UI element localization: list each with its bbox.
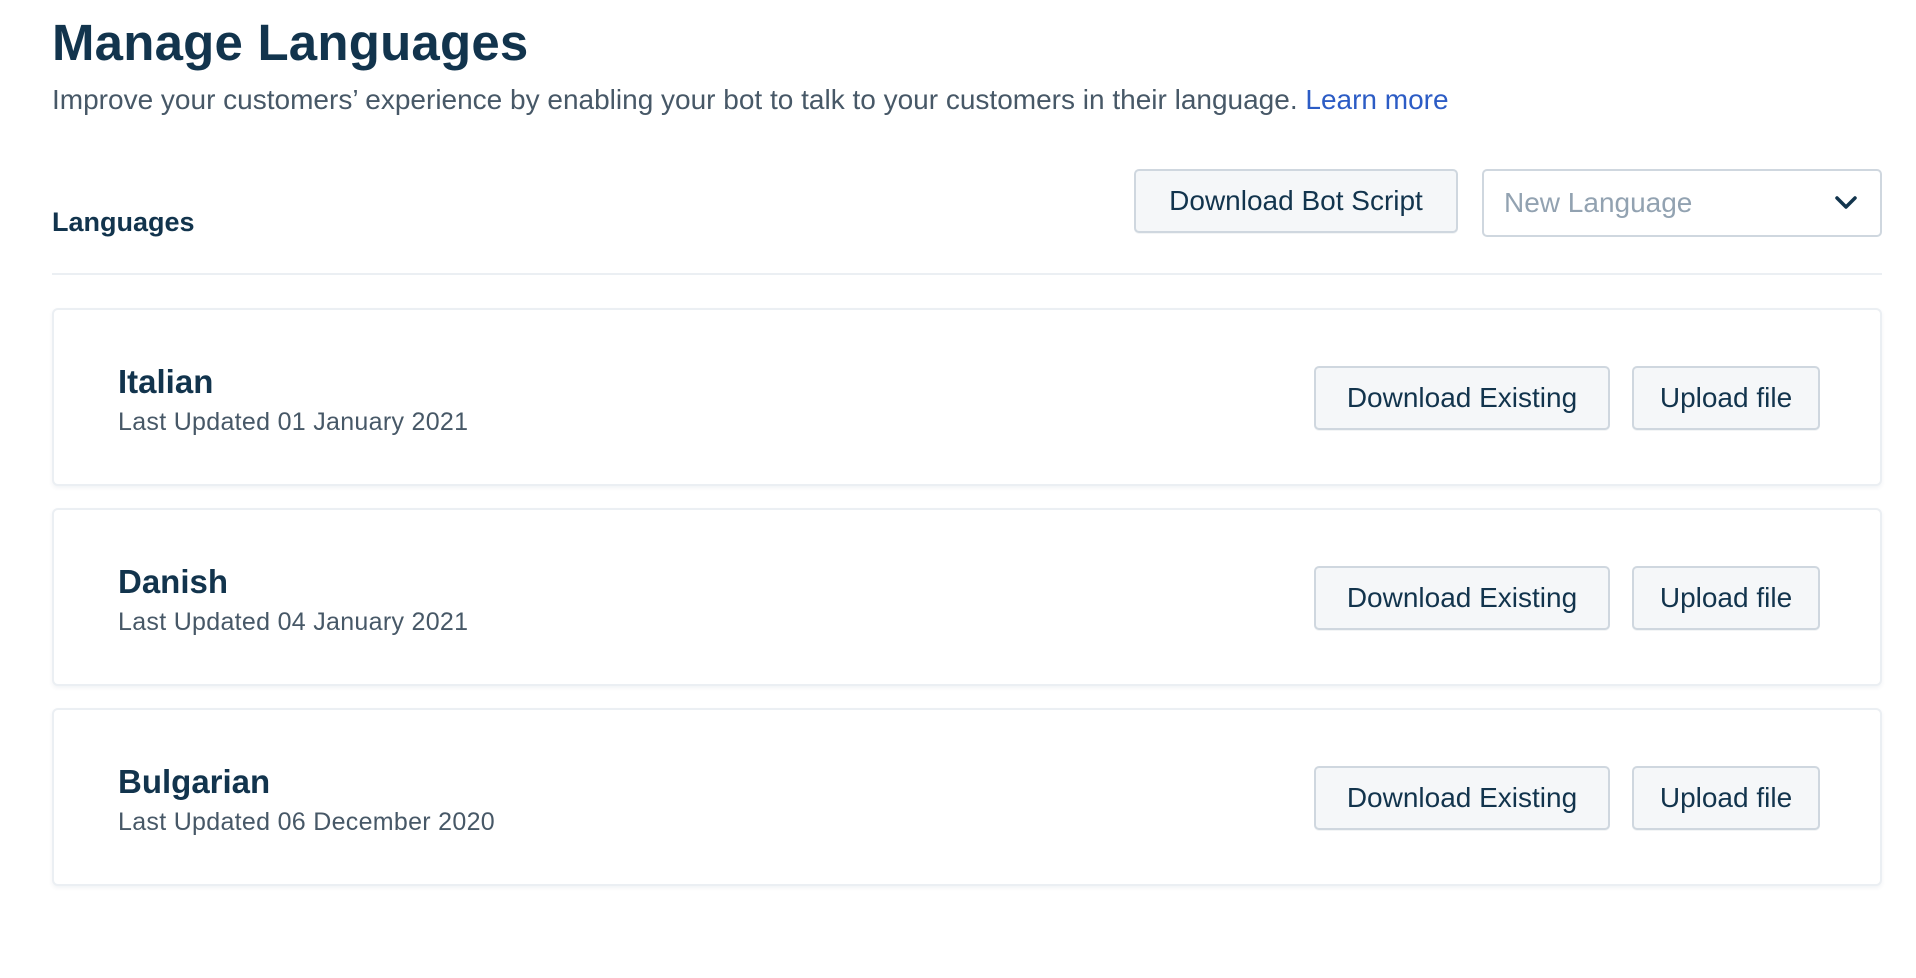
- language-card-bulgarian: Bulgarian Last Updated 06 December 2020 …: [52, 708, 1882, 886]
- new-language-select[interactable]: New Language: [1482, 169, 1882, 237]
- language-card-italian: Italian Last Updated 01 January 2021 Dow…: [52, 308, 1882, 486]
- language-name: Bulgarian: [118, 763, 271, 800]
- page-description: Improve your customers’ experience by en…: [52, 80, 1449, 120]
- download-bot-script-button[interactable]: Download Bot Script: [1134, 169, 1458, 233]
- section-divider: [52, 273, 1882, 275]
- download-existing-button[interactable]: Download Existing: [1314, 566, 1610, 630]
- languages-section-label: Languages: [52, 207, 195, 237]
- language-name: Italian: [118, 363, 214, 400]
- download-existing-button[interactable]: Download Existing: [1314, 766, 1610, 830]
- upload-file-button[interactable]: Upload file: [1632, 566, 1820, 630]
- last-updated-text: Last Updated 04 January 2021: [118, 608, 469, 636]
- description-text: Improve your customers’ experience by en…: [52, 84, 1298, 115]
- last-updated-text: Last Updated 06 December 2020: [118, 808, 495, 836]
- language-name: Danish: [118, 563, 229, 600]
- upload-file-button[interactable]: Upload file: [1632, 766, 1820, 830]
- last-updated-text: Last Updated 01 January 2021: [118, 408, 469, 436]
- page-title: Manage Languages: [52, 14, 529, 71]
- download-existing-button[interactable]: Download Existing: [1314, 366, 1610, 430]
- learn-more-link[interactable]: Learn more: [1305, 84, 1448, 115]
- new-language-placeholder: New Language: [1504, 187, 1693, 218]
- manage-languages-page: Manage Languages Improve your customers’…: [0, 0, 1916, 978]
- upload-file-button[interactable]: Upload file: [1632, 366, 1820, 430]
- chevron-down-icon: [1832, 189, 1860, 217]
- language-card-danish: Danish Last Updated 04 January 2021 Down…: [52, 508, 1882, 686]
